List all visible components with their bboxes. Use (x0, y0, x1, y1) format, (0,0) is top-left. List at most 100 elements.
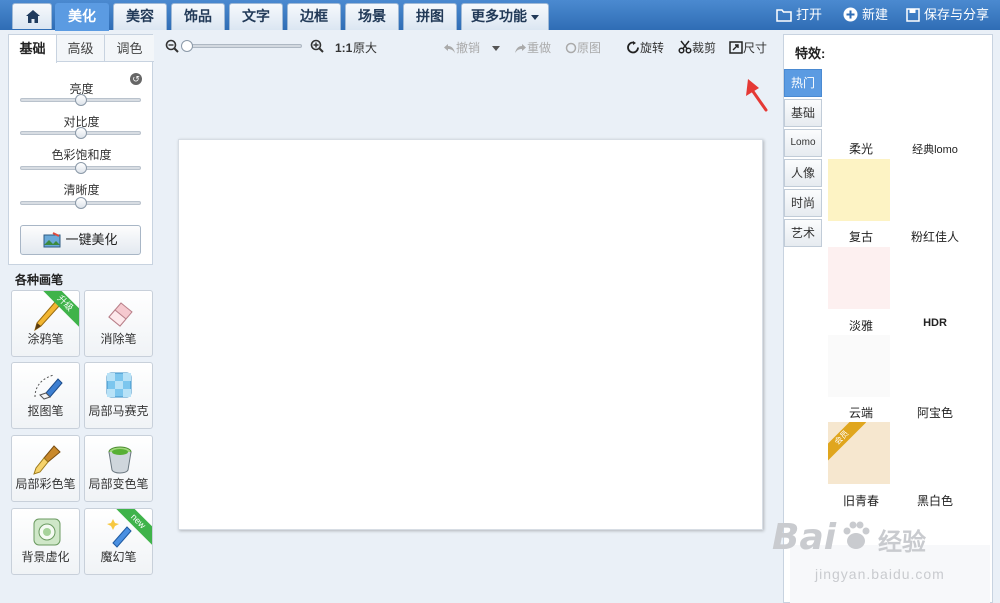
undo-dropdown[interactable] (492, 40, 500, 56)
original-size-button[interactable]: 原大 (353, 40, 377, 56)
tab-text[interactable]: 文字 (229, 3, 283, 30)
tab-face[interactable]: 美容 (113, 3, 167, 30)
brush-label: 局部马赛克 (88, 404, 149, 418)
effect-elegant-thumb[interactable] (828, 335, 890, 397)
effect-category-hot[interactable]: 热门 (784, 69, 822, 97)
brush-background-blur[interactable]: 背景虚化 (11, 508, 80, 575)
effect-pink-lady-label: 粉红佳人 (910, 230, 959, 244)
tab-advanced[interactable]: 高级 (57, 35, 105, 62)
save-icon (906, 8, 920, 22)
effect-cloud-thumb[interactable]: 会员 (828, 422, 890, 484)
open-label: 打开 (796, 7, 823, 22)
open-button[interactable]: 打开 (776, 6, 822, 24)
folder-icon (776, 9, 792, 22)
tab-basic[interactable]: 基础 (9, 35, 57, 63)
rotate-icon (627, 41, 639, 54)
plus-circle-icon (843, 7, 858, 22)
effects-title: 特效: (795, 46, 826, 61)
tab-collage[interactable]: 拼图 (403, 3, 457, 30)
undo-button[interactable]: 撤销 (443, 40, 480, 56)
brush-label: 魔幻笔 (100, 550, 137, 564)
effect-black-white-label: 黑白色 (916, 494, 953, 508)
effect-hdr-label: HDR (923, 317, 947, 329)
adjustment-panel: 基础 高级 调色 ↺ 亮度 对比度 色彩饱和度 清晰度 一键美化 (8, 34, 154, 265)
redo-icon (515, 44, 526, 53)
brush-color[interactable]: 局部彩色笔 (11, 435, 80, 502)
zoom-slider[interactable] (181, 40, 302, 52)
home-button[interactable] (12, 3, 52, 29)
effect-retro-label: 复古 (848, 230, 873, 244)
effect-soft-light-label: 柔光 (848, 142, 873, 156)
adjustment-tabs: 基础 高级 调色 (9, 35, 154, 63)
rotate-button[interactable]: 旋转 (626, 40, 664, 56)
redo-button[interactable]: 重做 (514, 40, 551, 56)
image-canvas[interactable] (178, 139, 763, 530)
contrast-slider[interactable] (20, 127, 141, 139)
sharpness-slider[interactable] (20, 197, 141, 209)
brush-eraser[interactable]: 消除笔 (84, 290, 153, 357)
crop-button[interactable]: 裁剪 (678, 40, 716, 56)
brush-mosaic[interactable]: 局部马赛克 (84, 362, 153, 429)
slider-thumb[interactable] (74, 94, 87, 106)
brush-magic[interactable]: new 魔幻笔 (84, 508, 153, 575)
tab-beautify[interactable]: 美化 (55, 3, 109, 31)
brush-label: 涂鸦笔 (27, 332, 64, 346)
slider-thumb[interactable] (74, 127, 87, 139)
effect-elegant-label: 淡雅 (848, 319, 873, 333)
effect-old-youth-label: 旧青春 (842, 494, 879, 508)
saturation-slider[interactable] (20, 162, 141, 174)
effect-category-fashion[interactable]: 时尚 (784, 189, 822, 217)
effect-category-basic[interactable]: 基础 (784, 99, 822, 127)
brush-cutout[interactable]: 抠图笔 (11, 362, 80, 429)
original-image-button[interactable]: 原图 (565, 40, 601, 56)
brush-label: 抠图笔 (27, 404, 64, 418)
zoom-slider-thumb[interactable] (181, 40, 193, 52)
actual-size-ratio[interactable]: 1:1 (335, 40, 352, 56)
brushes-title: 各种画笔 (15, 273, 64, 287)
brush-doodle[interactable]: 升级 涂鸦笔 (11, 290, 80, 357)
crop-label: 裁剪 (692, 41, 717, 55)
resize-icon (729, 41, 743, 54)
save-share-label: 保存与分享 (924, 7, 990, 22)
chevron-down-icon (531, 14, 539, 20)
brush-label: 局部变色笔 (88, 477, 149, 491)
zoom-out-icon[interactable] (165, 39, 179, 53)
slider-thumb[interactable] (74, 162, 87, 174)
beautify-icon (43, 232, 61, 248)
cutout-pen-icon (34, 374, 63, 400)
rotate-label: 旋转 (640, 41, 665, 55)
effect-category-portrait[interactable]: 人像 (784, 159, 822, 187)
more-features-label: 更多功能 (471, 8, 527, 24)
effect-soft-light-thumb[interactable] (828, 159, 890, 221)
brush-label: 局部彩色笔 (15, 477, 76, 491)
tab-accessories[interactable]: 饰品 (171, 3, 225, 30)
resize-button[interactable]: 尺寸 (729, 40, 767, 56)
new-button[interactable]: 新建 (843, 6, 888, 24)
tab-more-features[interactable]: 更多功能 (461, 3, 549, 30)
watermark-url: jingyan.baidu.com (815, 566, 945, 582)
effect-category-art[interactable]: 艺术 (784, 219, 822, 247)
effect-category-lomo[interactable]: Lomo (784, 129, 822, 157)
effect-retro-thumb[interactable] (828, 247, 890, 309)
tab-frame[interactable]: 边框 (287, 3, 341, 30)
red-arrow-annotation (746, 79, 768, 112)
chevron-down-icon (492, 46, 500, 52)
undo-icon (444, 44, 455, 53)
home-icon (26, 10, 40, 23)
tab-scene[interactable]: 场景 (345, 3, 399, 30)
brightness-slider[interactable] (20, 94, 141, 106)
tab-color-adjust[interactable]: 调色 (105, 35, 154, 62)
brush-recolor[interactable]: 局部变色笔 (84, 435, 153, 502)
scissors-icon (678, 40, 692, 54)
sharpness-label: 清晰度 (63, 183, 100, 197)
paw-icon (843, 521, 870, 549)
undo-label: 撤销 (456, 41, 481, 55)
color-bucket-icon (108, 446, 132, 474)
mosaic-icon (106, 372, 132, 398)
blur-background-icon (33, 518, 61, 546)
effect-cloud-label: 云端 (848, 406, 873, 420)
zoom-in-icon[interactable] (310, 39, 324, 53)
save-share-button[interactable]: 保存与分享 (906, 6, 989, 24)
one-click-beautify-button[interactable]: 一键美化 (20, 225, 141, 255)
slider-thumb[interactable] (74, 197, 87, 209)
